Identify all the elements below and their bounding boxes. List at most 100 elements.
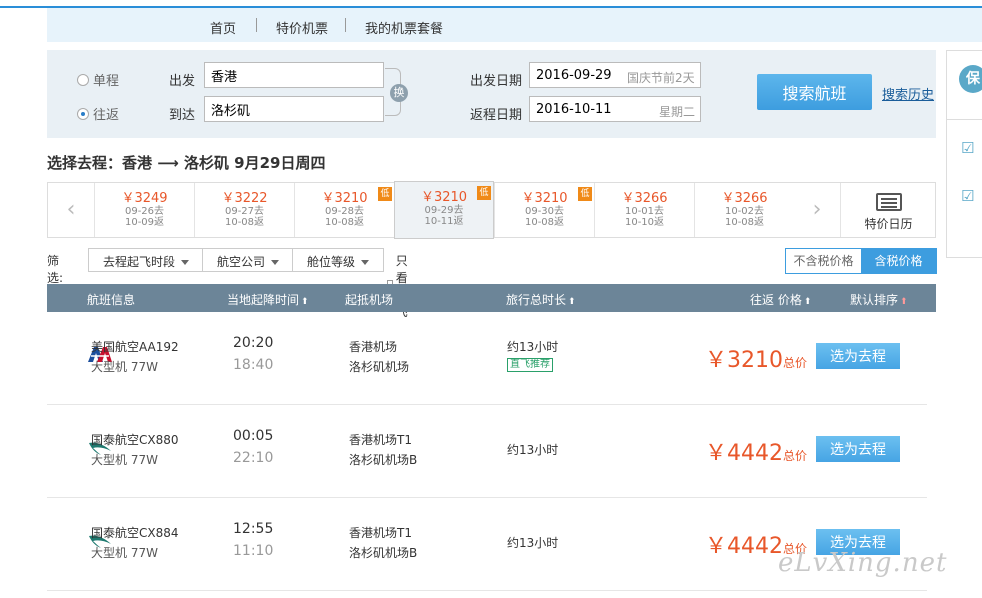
nav-special-tickets[interactable]: 特价机票 — [276, 18, 328, 37]
sort-up-icon: ⬆ — [301, 297, 309, 307]
travel-duration: 约13小时 — [507, 443, 559, 457]
low-price-badge: 低 — [578, 187, 592, 201]
airline-flight-number: 美国航空AA192 — [91, 340, 179, 354]
dropdown-label: 去程起飞时段 — [103, 255, 176, 269]
trip-type-roundtrip[interactable]: 往返 — [77, 104, 119, 123]
search-history-link[interactable]: 搜索历史 — [882, 84, 934, 103]
price-unit: 总价 — [782, 356, 807, 370]
date-option[interactable]: ￥3222 09-27去 10-08返 — [194, 183, 294, 237]
filter-cabin-class[interactable]: 舱位等级 — [292, 248, 385, 272]
filter-airline[interactable]: 航空公司 — [202, 248, 295, 272]
nav-divider — [345, 18, 346, 32]
watermark: eLvXing.net — [778, 548, 948, 578]
calendar-icon — [875, 193, 902, 211]
return-date-label: 返程日期 — [470, 108, 523, 123]
aircraft-type: 大型机 77W — [91, 360, 158, 374]
date-back: 10-08返 — [724, 217, 765, 228]
swap-cities-button[interactable]: 换 — [390, 84, 408, 102]
arrival-time: 22:10 — [233, 450, 274, 466]
date-option[interactable]: ￥3210 09-30去 10-08返低 — [494, 183, 594, 237]
date-price: ￥3266 — [621, 191, 668, 206]
header-time[interactable]: 当地起降时间 ⬆ — [227, 291, 309, 308]
radio-label: 往返 — [93, 108, 120, 123]
header-label: 旅行总时长 — [506, 293, 567, 307]
price-amount: ￥3210 — [704, 348, 783, 373]
chevron-down-icon — [181, 260, 190, 265]
departure-time: 00:05 — [233, 428, 274, 444]
date-option[interactable]: ￥3266 10-02去 10-08返 — [694, 183, 794, 237]
side-divider — [947, 119, 982, 120]
prev-dates-arrow-icon[interactable]: ‹ — [48, 183, 94, 237]
chevron-down-icon — [271, 260, 280, 265]
trip-type-oneway[interactable]: 单程 — [77, 70, 119, 89]
tax-exclusive-option[interactable]: 不含税价格 — [786, 249, 861, 273]
header-price[interactable]: 往返 价格 ⬆ — [750, 291, 811, 308]
airline-flight-number: 国泰航空CX884 — [91, 526, 179, 540]
top-nav: 首页 特价机票 我的机票套餐 — [47, 8, 982, 42]
date-go: 10-02去 — [724, 206, 765, 217]
nav-divider — [256, 18, 257, 32]
date-strip: ‹ ￥3249 09-26去 10-09返 ￥3222 09-27去 10-08返 ￥321… — [47, 181, 936, 239]
nav-home[interactable]: 首页 — [210, 18, 236, 37]
radio-label: 单程 — [93, 74, 120, 89]
to-input[interactable] — [204, 96, 384, 122]
sort-up-icon: ⬆ — [900, 297, 908, 307]
arrival-airport: 洛杉矶机场B — [349, 453, 418, 467]
radio-roundtrip[interactable] — [77, 107, 89, 120]
insurance-badge-icon[interactable]: 保 — [959, 65, 982, 93]
chevron-down-icon — [361, 260, 370, 265]
price-amount: ￥4442 — [704, 441, 783, 466]
dropdown-label: 航空公司 — [217, 255, 266, 269]
from-input[interactable] — [204, 62, 384, 88]
date-back: 10-09返 — [124, 217, 165, 228]
select-outbound-button[interactable]: 选为去程 — [816, 343, 900, 369]
tax-price-toggle: 不含税价格 含税价格 — [785, 248, 937, 274]
departure-airport: 香港机场T1 — [349, 526, 412, 540]
travel-duration: 约13小时 — [507, 536, 559, 550]
to-label: 到达 — [169, 108, 196, 123]
total-price: ￥3210总价 — [705, 342, 807, 374]
date-go: 09-28去 — [324, 206, 365, 217]
date-option[interactable]: ￥3210 09-28去 10-08返低 — [294, 183, 394, 237]
date-price: ￥3249 — [121, 191, 168, 206]
arrival-time: 18:40 — [233, 357, 274, 373]
flight-row: 美国航空AA192 大型机 77W 20:20 18:40 香港机场 洛杉矶机场 约13小时… — [47, 312, 927, 405]
date-back: 10-08返 — [224, 217, 265, 228]
price-amount: ￥4442 — [704, 534, 783, 559]
search-flights-button[interactable]: 搜索航班 — [757, 74, 872, 110]
sort-up-icon: ⬆ — [803, 297, 812, 307]
nav-my-packages[interactable]: 我的机票套餐 — [365, 18, 443, 37]
arrival-airport: 洛杉矶机场B — [349, 546, 418, 560]
aircraft-type: 大型机 77W — [91, 546, 158, 560]
side-panel: 保 ☑ ☑ — [946, 50, 982, 258]
date-go: 09-26去 — [124, 206, 165, 217]
total-price: ￥4442总价 — [705, 435, 807, 467]
special-calendar-button[interactable]: 特价日历 — [840, 183, 936, 237]
date-back: 10-08返 — [324, 217, 365, 228]
low-price-badge: 低 — [378, 187, 392, 201]
date-option[interactable]: ￥3249 09-26去 10-09返 — [94, 183, 194, 237]
header-label: 默认排序 — [850, 293, 899, 307]
date-option[interactable]: ￥3210 09-29去 10-11返低 — [394, 181, 494, 239]
results-table-header: 航班信息 当地起降时间 ⬆ 起抵机场 旅行总时长 ⬆ 往返 价格 ⬆ 默认排序 ⬆ — [47, 284, 936, 312]
next-dates-arrow-icon[interactable]: › — [794, 183, 840, 237]
date-back: 10-10返 — [624, 217, 665, 228]
departure-airport: 香港机场T1 — [349, 433, 412, 447]
radio-oneway[interactable] — [77, 73, 89, 86]
date-option[interactable]: ￥3266 10-01去 10-10返 — [594, 183, 694, 237]
depart-date-label: 出发日期 — [470, 74, 523, 89]
select-outbound-button[interactable]: 选为去程 — [816, 436, 900, 462]
check-icon[interactable]: ☑ — [961, 139, 974, 157]
tax-inclusive-option[interactable]: 含税价格 — [861, 249, 936, 273]
direct-recommend-badge: 直飞推荐 — [507, 358, 553, 372]
filter-departure-time[interactable]: 去程起飞时段 — [88, 248, 205, 272]
date-price: ￥3222 — [221, 191, 268, 206]
depart-date-hint: 国庆节前2天 — [627, 71, 695, 85]
arrival-time: 11:10 — [233, 543, 274, 559]
low-price-badge: 低 — [477, 186, 491, 200]
header-duration[interactable]: 旅行总时长 ⬆ — [506, 291, 576, 308]
route-title: 选择去程：香港 ⟶ 洛杉矶 9月29日周四 — [47, 154, 326, 172]
calendar-label: 特价日历 — [864, 217, 913, 231]
header-default-sort[interactable]: 默认排序 ⬆ — [850, 291, 908, 308]
check-icon[interactable]: ☑ — [961, 187, 974, 205]
